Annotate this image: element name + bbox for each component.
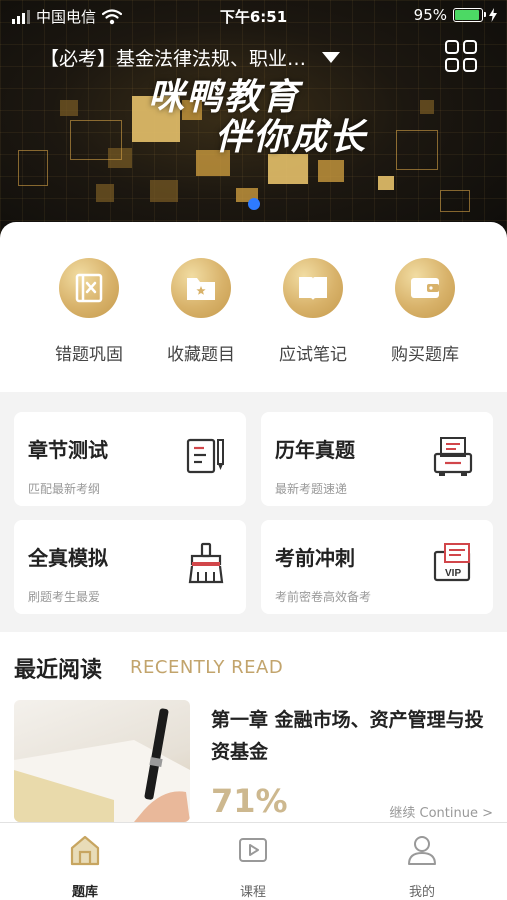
tile-subtitle: 考前密卷高效备考 bbox=[275, 590, 372, 604]
wallet-icon bbox=[395, 258, 455, 318]
course-play-icon bbox=[239, 838, 267, 862]
tile-mock-exam[interactable]: 全真模拟 刷题考生最爱 bbox=[14, 520, 246, 614]
battery-percent: 95% bbox=[413, 6, 447, 24]
recent-heading-en: RECENTLY READ bbox=[130, 657, 284, 678]
banner-square bbox=[378, 176, 394, 190]
notebook-icon bbox=[283, 258, 343, 318]
status-bar: 中国电信 下午6:51 95% bbox=[0, 0, 507, 30]
tile-subtitle: 刷题考生最爱 bbox=[28, 590, 101, 604]
banner-square bbox=[60, 100, 78, 116]
feature-tiles: 章节测试 匹配最新考纲 历年真题 最新考题速递 全真模拟 刷题考生最爱 考前冲刺… bbox=[0, 392, 507, 632]
wrong-questions-icon bbox=[59, 258, 119, 318]
subject-selector[interactable]: 【必考】基金法律法规、职业… bbox=[40, 44, 341, 71]
bottom-tab-bar: 题库 课程 我的 bbox=[0, 822, 507, 900]
tile-subtitle: 匹配最新考纲 bbox=[28, 482, 101, 496]
quick-action-label: 收藏题目 bbox=[167, 345, 235, 365]
tile-past-papers[interactable]: 历年真题 最新考题速递 bbox=[261, 412, 493, 506]
tab-label: 题库 bbox=[71, 885, 98, 900]
banner-square bbox=[18, 150, 48, 186]
carousel-indicator[interactable] bbox=[248, 198, 260, 210]
banner-square bbox=[96, 184, 114, 202]
tab-question-bank[interactable]: 题库 bbox=[35, 833, 135, 900]
past-papers-icon bbox=[433, 437, 473, 476]
banner-square bbox=[420, 100, 434, 114]
banner-square bbox=[396, 130, 438, 170]
banner-square bbox=[150, 180, 178, 202]
quick-action-wrong-questions[interactable]: 错题巩固 bbox=[34, 258, 144, 365]
tile-chapter-test[interactable]: 章节测试 匹配最新考纲 bbox=[14, 412, 246, 506]
favorites-folder-icon bbox=[171, 258, 231, 318]
tile-sprint[interactable]: 考前冲刺 考前密卷高效备考 VIP bbox=[261, 520, 493, 614]
recent-heading: 最近阅读 bbox=[14, 658, 103, 683]
tab-label: 课程 bbox=[239, 885, 266, 900]
tile-title: 全真模拟 bbox=[28, 546, 108, 570]
profile-icon bbox=[408, 836, 436, 865]
quick-action-buy[interactable]: 购买题库 bbox=[370, 258, 480, 365]
pen-writing-image bbox=[14, 708, 190, 822]
tab-profile[interactable]: 我的 bbox=[372, 833, 472, 900]
tab-courses[interactable]: 课程 bbox=[203, 833, 303, 900]
chevron-down-icon bbox=[322, 52, 341, 63]
banner[interactable]: 中国电信 下午6:51 95% 【必考】基金法律法规、职业… 咪鸭教育 伴你成长 bbox=[0, 0, 507, 250]
tab-label: 我的 bbox=[408, 885, 435, 900]
banner-slogan-line2: 伴你成长 bbox=[215, 117, 368, 158]
banner-square bbox=[318, 160, 344, 182]
chapter-test-icon bbox=[186, 438, 224, 474]
recently-read-section: 最近阅读 RECENTLY READ 第一章 金融市场、资产管理与投资基金 71… bbox=[0, 632, 507, 822]
tile-title: 历年真题 bbox=[275, 438, 355, 462]
tile-title: 考前冲刺 bbox=[275, 546, 355, 570]
reading-progress: 71% bbox=[211, 782, 288, 820]
charging-icon bbox=[489, 8, 497, 22]
mock-exam-brush-icon bbox=[188, 542, 224, 584]
status-right: 95% bbox=[414, 6, 497, 24]
quick-actions-card: 错题巩固 收藏题目 应试笔记 购买题库 bbox=[0, 222, 507, 392]
battery-icon bbox=[453, 8, 486, 22]
quick-action-favorites[interactable]: 收藏题目 bbox=[146, 258, 256, 365]
home-icon bbox=[70, 835, 100, 866]
quick-action-label: 购买题库 bbox=[391, 345, 459, 365]
subject-title: 【必考】基金法律法规、职业… bbox=[40, 48, 307, 70]
banner-square bbox=[70, 120, 122, 160]
grid-menu-icon[interactable] bbox=[445, 40, 477, 72]
tile-subtitle: 最新考题速递 bbox=[275, 482, 348, 496]
quick-action-label: 应试笔记 bbox=[279, 345, 347, 365]
vip-sprint-icon: VIP bbox=[433, 543, 471, 582]
banner-square bbox=[440, 190, 470, 212]
tile-title: 章节测试 bbox=[28, 438, 108, 462]
quick-action-notes[interactable]: 应试笔记 bbox=[258, 258, 368, 365]
recent-thumbnail[interactable] bbox=[14, 700, 190, 822]
recent-item-title[interactable]: 第一章 金融市场、资产管理与投资基金 bbox=[211, 704, 497, 768]
quick-action-label: 错题巩固 bbox=[55, 345, 123, 365]
svg-text:VIP: VIP bbox=[445, 568, 461, 579]
continue-link[interactable]: 继续 Continue > bbox=[389, 802, 493, 821]
